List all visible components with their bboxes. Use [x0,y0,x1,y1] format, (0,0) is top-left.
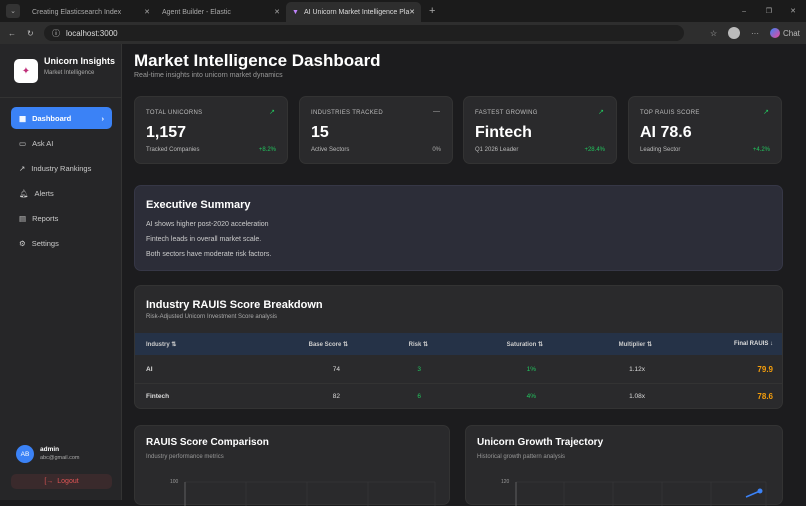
rauis-table: Industry RAUIS Score Breakdown Risk-Adju… [134,285,783,409]
tab-menu-icon[interactable]: ⌄ [6,4,20,18]
trend-up-icon: ↗ [598,109,604,116]
page-subtitle: Real-time insights into unicorn market d… [134,72,283,79]
chevron-right-icon: › [101,113,105,123]
url-input[interactable]: ⓘ localhost:3000 [44,25,684,41]
tab-agent-builder[interactable]: Agent Builder - Elastic ✕ [156,2,286,22]
sidebar-item-dashboard[interactable]: ▦ Dashboard › [11,107,112,129]
col-saturation[interactable]: Saturation ⇅ [507,341,543,348]
col-multiplier[interactable]: Multiplier ⇅ [619,341,652,348]
close-icon[interactable]: ✕ [144,8,150,16]
grid-icon: ▦ [19,113,27,123]
chat-icon: ▭ [19,138,27,148]
trend-up-icon: ↗ [269,109,275,116]
restore-icon[interactable]: ❐ [766,7,772,15]
page-title: Market Intelligence Dashboard [134,51,381,70]
avatar: AB [16,445,34,463]
logout-icon: [→ [44,478,54,485]
bell-icon: 🔔︎ [19,188,29,198]
growth-trajectory-chart: Unicorn Growth Trajectory Historical gro… [465,425,783,506]
tab-unicorn[interactable]: ▼ AI Unicorn Market Intelligence Pla ✕ [286,2,421,22]
gear-icon: ⚙ [19,238,26,248]
sidebar-item-settings[interactable]: ⚙ Settings [11,232,112,254]
favicon-icon: ▼ [292,8,299,16]
copilot-icon [770,28,780,38]
minimize-icon[interactable]: – [742,8,746,15]
stat-card-industries-tracked: INDUSTRIES TRACKED —15 Active Sectors 0% [299,96,453,164]
trend-up-icon: ↗ [763,109,769,116]
table-header: Industry ⇅ Base Score ⇅ Risk ⇅ Saturatio… [135,333,782,355]
y-tick-label: 120 [501,479,510,485]
tab-elasticsearch[interactable]: Creating Elasticsearch Index ✕ [26,2,156,22]
close-window-icon[interactable]: ✕ [790,7,796,15]
minus-icon: — [433,108,440,115]
new-tab-icon[interactable]: + [429,5,435,17]
brand: Unicorn Insights Market Intelligence [44,56,116,76]
data-point[interactable] [757,488,763,494]
sidebar-item-reports[interactable]: ▤ Reports [11,207,112,229]
close-icon[interactable]: ✕ [274,8,280,16]
grid-lines [516,481,767,506]
user-profile[interactable]: AB admin abc@gmail.com [16,445,80,463]
address-bar: ← ↻ ⓘ localhost:3000 ☆ ··· Chat [0,22,806,44]
table-row: Fintech 82 6 4% 1.08x 78.6 [135,383,782,408]
y-tick-label: 100 [170,479,179,485]
sidebar: ✦ Unicorn Insights Market Intelligence ▦ D… [0,44,122,500]
executive-summary: Executive Summary AI shows higher post-2… [134,185,783,271]
stat-card-fastest-growing: FASTEST GROWING ↗ Fintech Q1 2026 Leader +28… [463,96,617,164]
refresh-icon[interactable]: ↻ [27,29,34,38]
trend-icon: ↗ [19,163,26,173]
grid-lines [185,481,436,506]
table-row: AI 74 3 1% 1.12x 79.9 [146,365,773,374]
logout-button[interactable]: [→ Logout [11,474,112,489]
info-icon: ⓘ [52,28,60,38]
chat-button[interactable]: Chat [770,28,800,38]
sidebar-item-industry-rankings[interactable]: ↗ Industry Rankings [11,157,112,179]
file-icon: ▤ [19,213,27,223]
col-risk[interactable]: Risk ⇅ [409,341,428,348]
close-icon[interactable]: ✕ [409,8,415,16]
tab-bar: ⌄ Creating Elasticsearch Index ✕ Agent Bu… [0,0,806,22]
col-base-score[interactable]: Base Score ⇅ [309,341,348,348]
col-industry[interactable]: Industry ⇅ [146,341,176,348]
stat-card-total-unicorns: TOTAL UNICORNS ↗ 1,157 Tracked Companies +8.… [134,96,288,164]
divider [0,97,122,98]
rauis-comparison-chart: RAUIS Score Comparison Industry performa… [134,425,450,506]
back-icon[interactable]: ← [8,29,16,38]
more-icon[interactable]: ··· [751,29,759,38]
stat-card-top-rauis: TOP RAUIS SCORE ↗ AI 78.6 Leading Sector +4.… [628,96,782,164]
profile-icon[interactable] [728,27,740,39]
logo-icon: ✦ [14,59,38,83]
sidebar-item-alerts[interactable]: 🔔︎ Alerts [11,182,112,204]
sidebar-item-ask-ai[interactable]: ▭ Ask AI [11,132,112,154]
favorites-icon[interactable]: ☆ [710,29,717,38]
col-final-rauis[interactable]: Final RAUIS ↓ [734,341,773,347]
main-content: Market Intelligence Dashboard Real-time … [122,44,806,506]
